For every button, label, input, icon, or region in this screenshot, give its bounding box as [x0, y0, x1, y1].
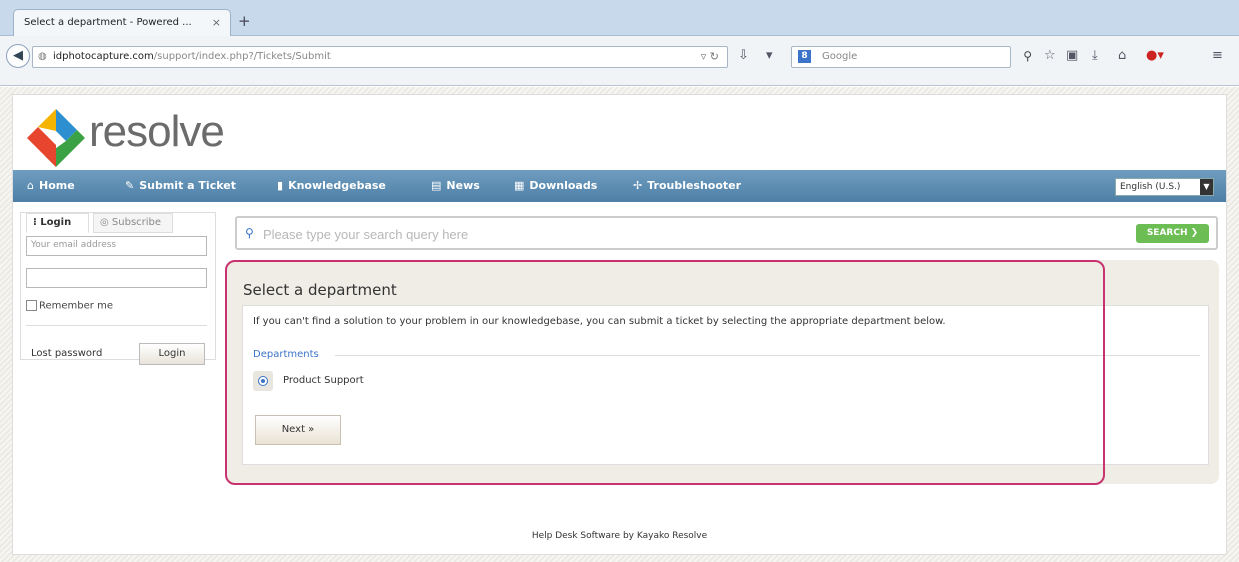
tab-close-icon[interactable]: ×	[212, 16, 221, 29]
reading-list-icon[interactable]: ▣	[1066, 48, 1078, 63]
browser-search-field[interactable]: 8 Google ⚲	[791, 46, 1032, 68]
menu-knowledgebase[interactable]: ▮ Knowledgebase	[277, 179, 386, 192]
resolve-logo-icon[interactable]	[25, 107, 87, 169]
tab-login[interactable]: ⁝ Login	[26, 213, 89, 233]
puzzle-icon: ✢	[633, 179, 643, 192]
helpdesk-page: resolve ⌂ Home ✎ Submit a Ticket ▮ Knowledg…	[12, 94, 1227, 555]
home-icon: ⌂	[27, 179, 34, 192]
menu-home[interactable]: ⌂ Home	[27, 179, 75, 192]
search-icon: ⚲	[245, 226, 254, 240]
pencil-icon: ✎	[125, 179, 135, 192]
url-path: /support/index.php?/Tickets/Submit	[153, 51, 331, 62]
tab-subscribe-label: Subscribe	[111, 217, 162, 228]
home-icon[interactable]: ⌂	[1118, 48, 1126, 63]
lost-password-link[interactable]: Lost password	[31, 348, 102, 359]
back-arrow-icon[interactable]: ◀	[6, 44, 30, 68]
logo-text[interactable]: resolve	[89, 107, 225, 157]
page-background: resolve ⌂ Home ✎ Submit a Ticket ▮ Knowledg…	[0, 87, 1239, 562]
menu-downloads-label: Downloads	[529, 179, 598, 192]
tab-subscribe[interactable]: ◎ Subscribe	[93, 213, 173, 233]
address-bar[interactable]: ◍ idphotocapture.com/support/index.php?/…	[32, 46, 728, 68]
addon-icon[interactable]: ●▾	[1146, 48, 1164, 63]
news-icon: ▤	[431, 179, 442, 192]
url-host: idphotocapture.com	[53, 51, 154, 62]
login-panel: ⁝ Login ◎ Subscribe Your email address R…	[20, 212, 216, 365]
language-select[interactable]: English (U.S.) ▼	[1115, 178, 1214, 196]
menu-submit-ticket[interactable]: ✎ Submit a Ticket	[125, 179, 236, 192]
browser-nav-bar: ◀ ◍ idphotocapture.com/support/index.php…	[0, 36, 1239, 86]
menu-troubleshooter-label: Troubleshooter	[647, 179, 742, 192]
menu-downloads[interactable]: ▦ Downloads	[514, 179, 597, 192]
menu-troubleshooter[interactable]: ✢ Troubleshooter	[633, 179, 741, 192]
search-input[interactable]: Please type your search query here	[263, 227, 468, 242]
search-button-label: SEARCH	[1146, 228, 1188, 238]
checkbox-box[interactable]	[26, 300, 37, 311]
search-engine-icon[interactable]: 8	[798, 50, 811, 63]
download-manager-icon[interactable]: ⇩	[738, 48, 749, 63]
new-tab-icon[interactable]: +	[238, 12, 251, 30]
menu-home-label: Home	[38, 179, 75, 192]
login-button[interactable]: Login	[139, 343, 205, 365]
footer-text[interactable]: Help Desk Software by Kayako Resolve	[13, 531, 1226, 541]
tab-login-label: Login	[40, 217, 72, 228]
email-field[interactable]: Your email address	[26, 236, 207, 256]
book-icon: ▮	[277, 179, 284, 192]
menu-news-label: News	[446, 179, 480, 192]
knowledgebase-search: ⚲ Please type your search query here SEA…	[235, 216, 1218, 250]
dropdown-icon[interactable]: ▾	[766, 48, 773, 63]
menu-news[interactable]: ▤ News	[431, 179, 480, 192]
menu-icon[interactable]: ≡	[1212, 48, 1223, 63]
download-icon: ▦	[514, 179, 525, 192]
search-button[interactable]: SEARCH ❯	[1136, 224, 1209, 243]
menu-kb-label: Knowledgebase	[288, 179, 386, 192]
browser-tab[interactable]: Select a department - Powered ... ×	[13, 9, 231, 37]
globe-icon: ◍	[38, 51, 47, 62]
bookmark-star-icon[interactable]: ☆	[1044, 48, 1056, 63]
downloads-icon[interactable]: ⤓	[1092, 48, 1098, 63]
main-menu: ⌂ Home ✎ Submit a Ticket ▮ Knowledgebase ▤ N…	[13, 170, 1226, 202]
search-engine-name: Google	[822, 51, 858, 62]
browser-tab-bar: Select a department - Powered ... × +	[0, 0, 1239, 37]
chevron-down-icon[interactable]: ▼	[1200, 179, 1213, 195]
remember-me-label: Remember me	[39, 300, 113, 312]
search-icon[interactable]: ⚲	[1023, 49, 1032, 63]
divider	[26, 325, 207, 326]
menu-submit-label: Submit a Ticket	[139, 179, 236, 192]
tab-title: Select a department - Powered ...	[24, 17, 192, 28]
remember-me-checkbox[interactable]: Remember me	[26, 300, 113, 312]
highlight-annotation	[225, 260, 1105, 485]
language-value: English (U.S.)	[1120, 182, 1181, 192]
reload-icon[interactable]: ▿ ↻	[701, 50, 719, 63]
password-field[interactable]	[26, 268, 207, 288]
